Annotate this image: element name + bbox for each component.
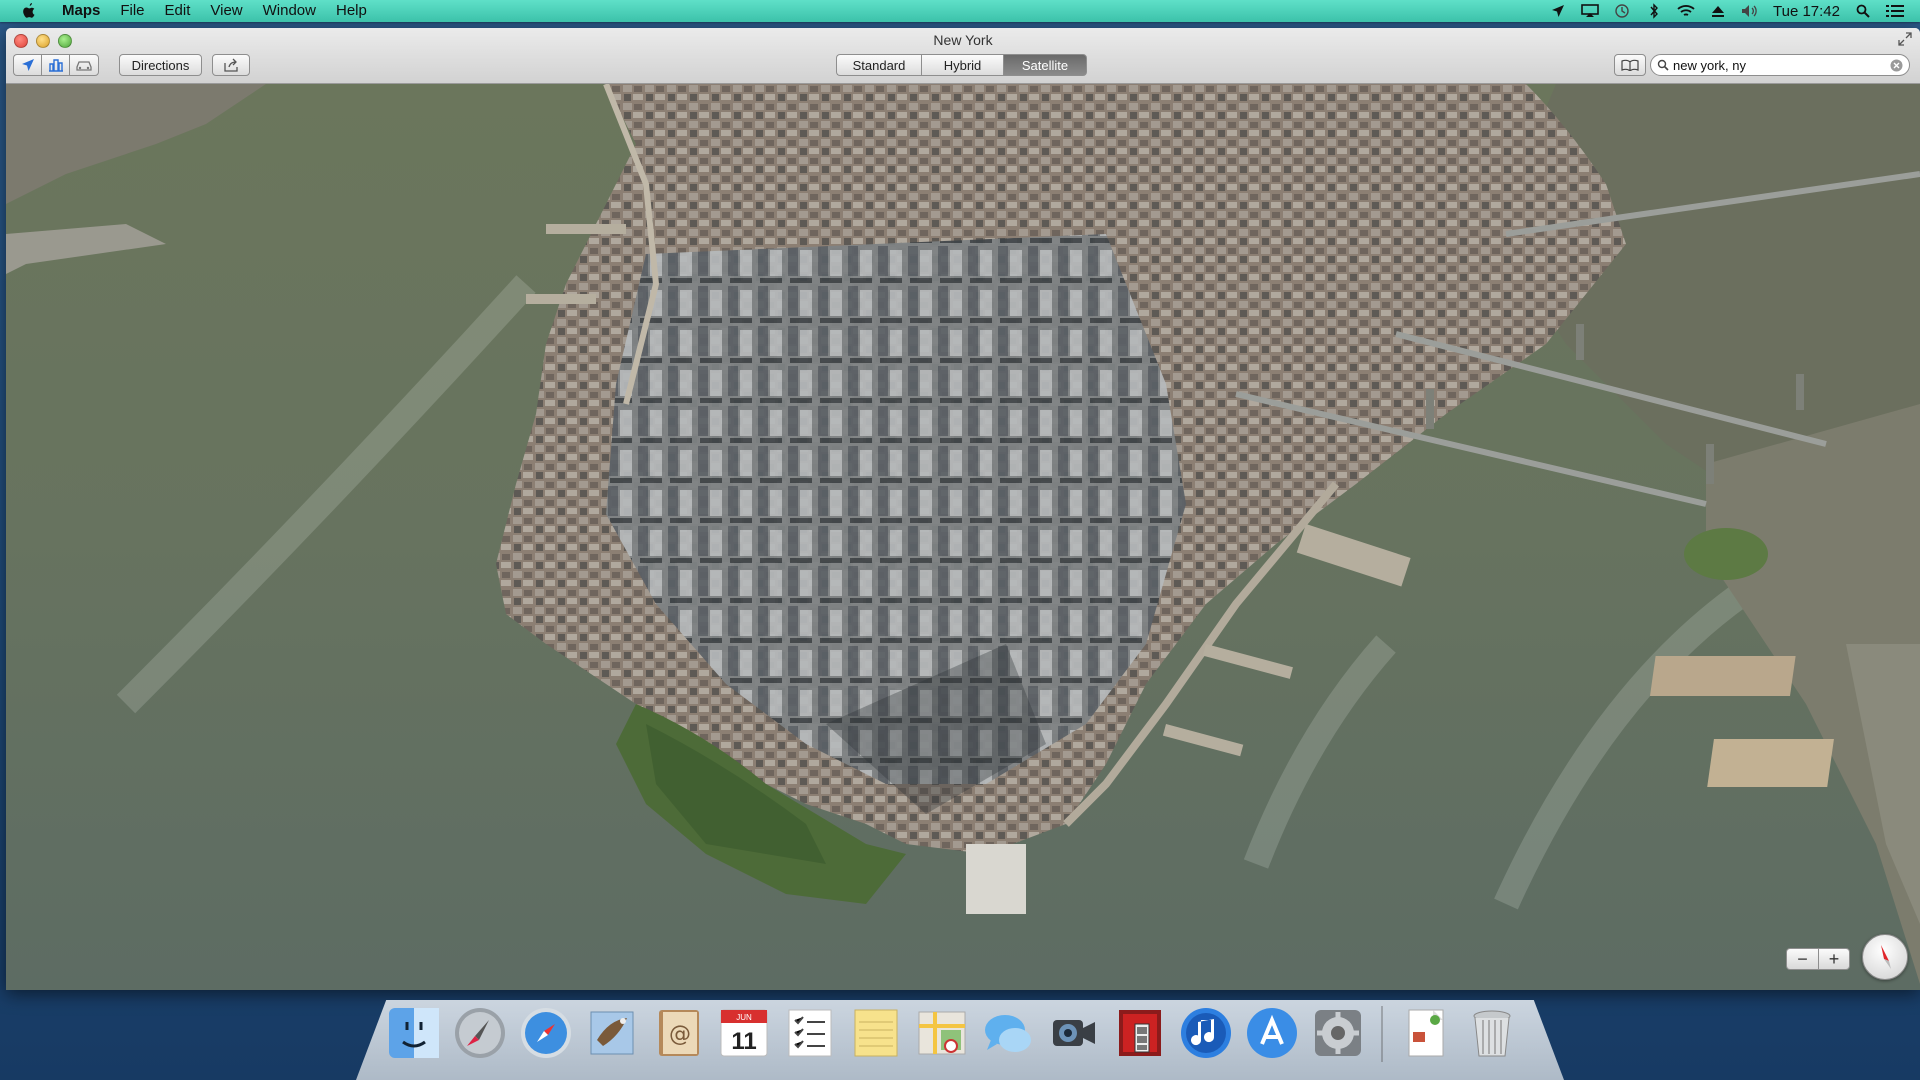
menu-help[interactable]: Help — [326, 0, 377, 22]
zoom-in-button[interactable]: + — [1818, 948, 1850, 970]
directions-group: Directions — [119, 54, 202, 76]
toolbar: Directions Standard Hybrid Satellite — [6, 52, 1920, 80]
share-icon — [224, 58, 238, 72]
maps-window: New York Directions Standard Hybrid Sate… — [6, 28, 1920, 990]
location-arrow-icon — [21, 59, 34, 71]
zoom-out-button[interactable]: − — [1786, 948, 1818, 970]
satellite-imagery — [6, 84, 1920, 990]
share-group — [212, 54, 250, 76]
safari-icon[interactable] — [517, 1004, 575, 1062]
notes-icon[interactable] — [847, 1004, 905, 1062]
facetime-icon[interactable] — [1045, 1004, 1103, 1062]
3d-view-button[interactable] — [41, 54, 69, 76]
bookmarks-group — [1614, 54, 1646, 76]
window-title: New York — [933, 32, 993, 48]
clear-search-icon[interactable] — [1890, 59, 1903, 72]
notification-center-icon[interactable] — [1886, 2, 1904, 20]
menu-file[interactable]: File — [110, 0, 154, 22]
finder-icon[interactable] — [385, 1004, 443, 1062]
apple-menu-icon[interactable] — [18, 0, 40, 22]
launchpad-icon[interactable] — [451, 1004, 509, 1062]
search-input[interactable] — [1673, 57, 1886, 73]
zoom-controls: − + — [1786, 948, 1850, 970]
dock-separator — [1381, 1006, 1383, 1062]
menubar-clock[interactable]: Tue 17:42 — [1773, 3, 1840, 20]
mode-standard-button[interactable]: Standard — [836, 54, 921, 76]
system-preferences-icon[interactable] — [1309, 1004, 1367, 1062]
contacts-icon[interactable]: @ — [649, 1004, 707, 1062]
photo-booth-icon[interactable] — [1111, 1004, 1169, 1062]
bluetooth-icon[interactable] — [1645, 2, 1663, 20]
fullscreen-icon[interactable] — [1898, 32, 1912, 46]
app-store-icon[interactable] — [1243, 1004, 1301, 1062]
traffic-button[interactable] — [69, 54, 99, 76]
location-view-group — [13, 54, 99, 76]
share-button[interactable] — [212, 54, 250, 76]
eject-icon[interactable] — [1709, 2, 1727, 20]
spotlight-icon[interactable] — [1854, 2, 1872, 20]
reminders-icon[interactable] — [781, 1004, 839, 1062]
directions-button[interactable]: Directions — [119, 54, 202, 76]
documents-stack-icon[interactable] — [1397, 1004, 1455, 1062]
mail-icon[interactable] — [583, 1004, 641, 1062]
car-icon — [76, 61, 92, 71]
wifi-icon[interactable] — [1677, 2, 1695, 20]
book-icon — [1621, 59, 1639, 71]
calendar-month: JUN — [736, 1013, 752, 1022]
satellite-map-view[interactable]: − + — [6, 84, 1920, 990]
location-icon[interactable] — [1549, 2, 1567, 20]
dock: @ JUN 11 — [385, 1000, 1521, 1062]
menu-window[interactable]: Window — [253, 0, 326, 22]
time-machine-icon[interactable] — [1613, 2, 1631, 20]
calendar-day: 11 — [731, 1028, 756, 1055]
window-titlebar[interactable]: New York Directions Standard Hybrid Sate… — [6, 28, 1920, 84]
calendar-icon[interactable]: JUN 11 — [715, 1004, 773, 1062]
itunes-icon[interactable] — [1177, 1004, 1235, 1062]
search-icon — [1657, 59, 1669, 71]
compass-button[interactable] — [1862, 934, 1908, 980]
menu-app-maps[interactable]: Maps — [52, 0, 110, 22]
mode-hybrid-button[interactable]: Hybrid — [921, 54, 1003, 76]
svg-text:@: @ — [669, 1022, 691, 1047]
menu-edit[interactable]: Edit — [155, 0, 201, 22]
airplay-icon[interactable] — [1581, 2, 1599, 20]
compass-icon — [1881, 945, 1891, 969]
mode-satellite-button[interactable]: Satellite — [1003, 54, 1087, 76]
current-location-button[interactable] — [13, 54, 41, 76]
bookmarks-button[interactable] — [1614, 54, 1646, 76]
volume-icon[interactable] — [1741, 2, 1759, 20]
trash-icon[interactable] — [1463, 1004, 1521, 1062]
menu-view[interactable]: View — [200, 0, 252, 22]
maps-app-icon[interactable] — [913, 1004, 971, 1062]
buildings-icon — [48, 59, 63, 72]
search-field[interactable] — [1650, 54, 1910, 76]
menu-bar: Maps File Edit View Window Help Tue 17:4… — [0, 0, 1920, 22]
messages-icon[interactable] — [979, 1004, 1037, 1062]
map-mode-segmented: Standard Hybrid Satellite — [836, 54, 1087, 76]
